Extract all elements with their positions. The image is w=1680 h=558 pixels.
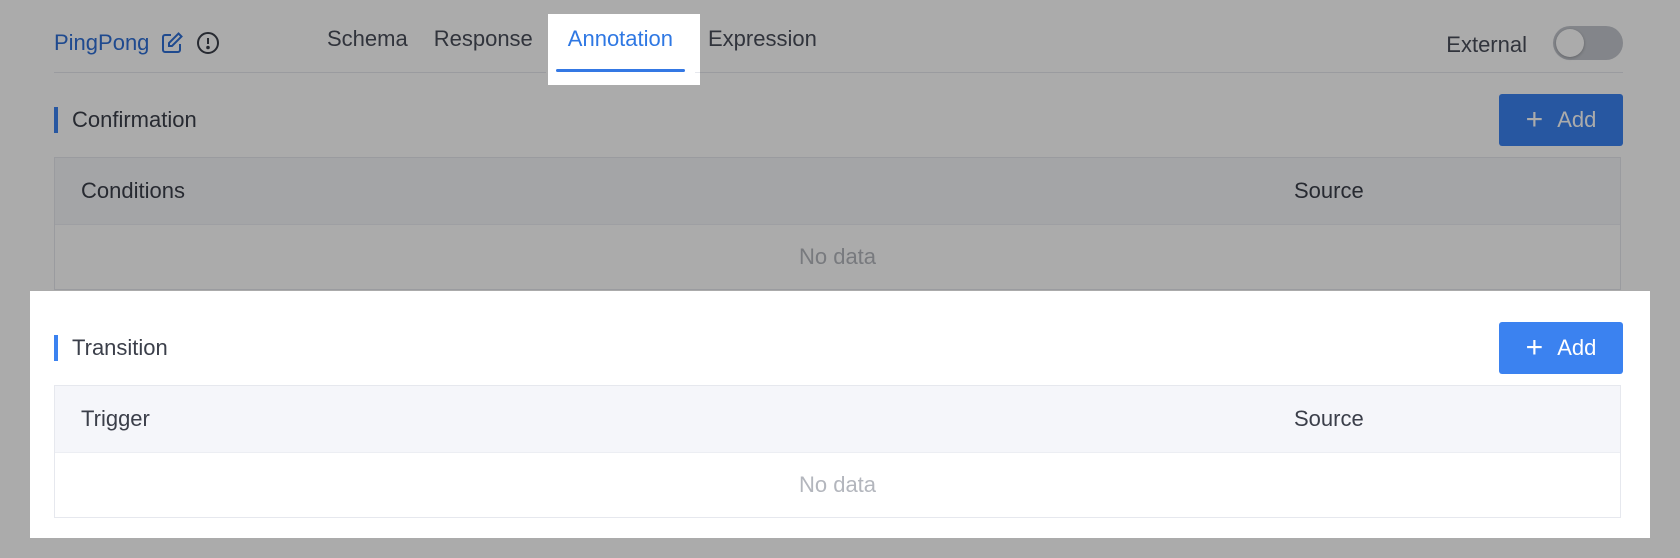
plus-icon: + <box>1525 103 1544 136</box>
external-label: External <box>1446 32 1527 57</box>
tab-schema[interactable]: Schema <box>314 14 421 72</box>
column-header-source: Source <box>1294 406 1364 431</box>
add-button-label: Add <box>1557 107 1597 132</box>
confirmation-section-header: Confirmation + Add <box>54 94 1623 146</box>
tab-label: Response <box>433 26 533 51</box>
annotation-page: PingPong Schema Response Annotation Expr… <box>0 0 1680 558</box>
column-header-source: Source <box>1294 178 1364 203</box>
empty-state-text: No data <box>798 472 877 497</box>
section-title: Transition <box>54 335 168 361</box>
add-confirmation-button[interactable]: + Add <box>1499 94 1623 146</box>
page-header: PingPong Schema Response Annotation Expr… <box>54 14 1623 85</box>
tab-response[interactable]: Response <box>421 14 546 72</box>
external-control: External <box>1446 24 1623 62</box>
table-header: Trigger Source <box>55 386 1620 453</box>
tab-bar: Schema Response Annotation Expression <box>314 14 830 85</box>
empty-state-text: No data <box>798 244 877 269</box>
title-group: PingPong <box>54 28 221 58</box>
tab-label: Annotation <box>567 26 673 51</box>
transition-section-header: Transition + Add <box>54 322 1623 374</box>
edit-icon[interactable] <box>159 30 185 56</box>
info-circle-icon[interactable] <box>195 30 221 56</box>
tab-label: Schema <box>327 26 408 51</box>
confirmation-table: Conditions Source No data <box>54 157 1621 290</box>
external-toggle[interactable] <box>1553 26 1623 60</box>
dim-overlay <box>0 0 1680 14</box>
toggle-knob <box>1556 29 1584 57</box>
table-body: No data <box>55 225 1620 289</box>
add-button-label: Add <box>1557 335 1597 360</box>
section-title: Confirmation <box>54 107 197 133</box>
tab-annotation[interactable]: Annotation <box>545 14 695 85</box>
active-tab-indicator <box>555 69 685 72</box>
app-title[interactable]: PingPong <box>54 30 149 56</box>
column-header-conditions: Conditions <box>81 178 185 203</box>
dim-overlay <box>1650 291 1680 538</box>
dim-overlay <box>0 538 1680 558</box>
add-transition-button[interactable]: + Add <box>1499 322 1623 374</box>
table-header: Conditions Source <box>55 158 1620 225</box>
tab-label: Expression <box>708 26 817 51</box>
plus-icon: + <box>1525 331 1544 364</box>
column-header-trigger: Trigger <box>81 406 150 431</box>
tab-expression[interactable]: Expression <box>695 14 830 72</box>
transition-table: Trigger Source No data <box>54 385 1621 518</box>
dim-overlay <box>0 291 30 538</box>
table-body: No data <box>55 453 1620 517</box>
